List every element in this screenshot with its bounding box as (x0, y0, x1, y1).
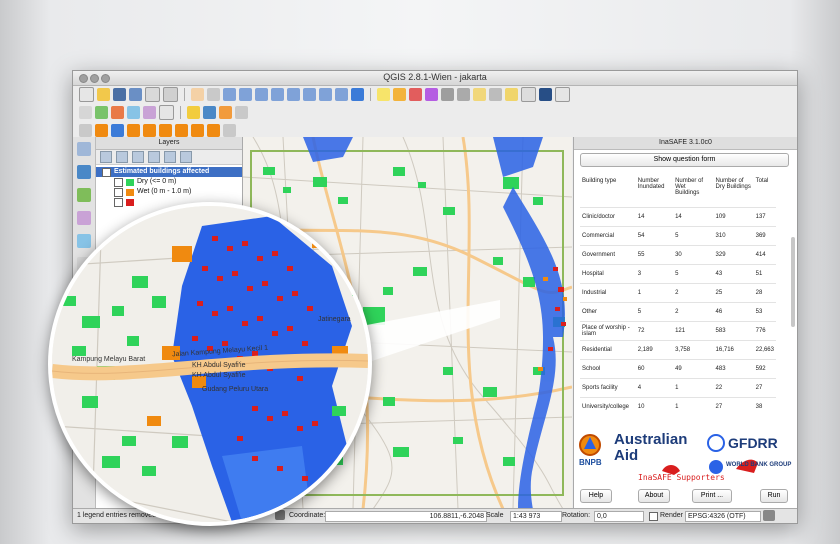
map-label-road3: KH Abdul Syafi'ie (192, 372, 246, 379)
map-label-road2: KH Abdul Syafi'ie (192, 362, 246, 369)
zoom-magnifier: Jalan Kampung Melayu Kecil 1 KH Abdul Sy… (48, 202, 372, 526)
map-label-road5: Jatinegara (318, 316, 351, 323)
map-label-road4: Gudang Peluru Utara (202, 386, 269, 393)
map-label-road6: Kampung Melayu Barat (72, 356, 146, 363)
